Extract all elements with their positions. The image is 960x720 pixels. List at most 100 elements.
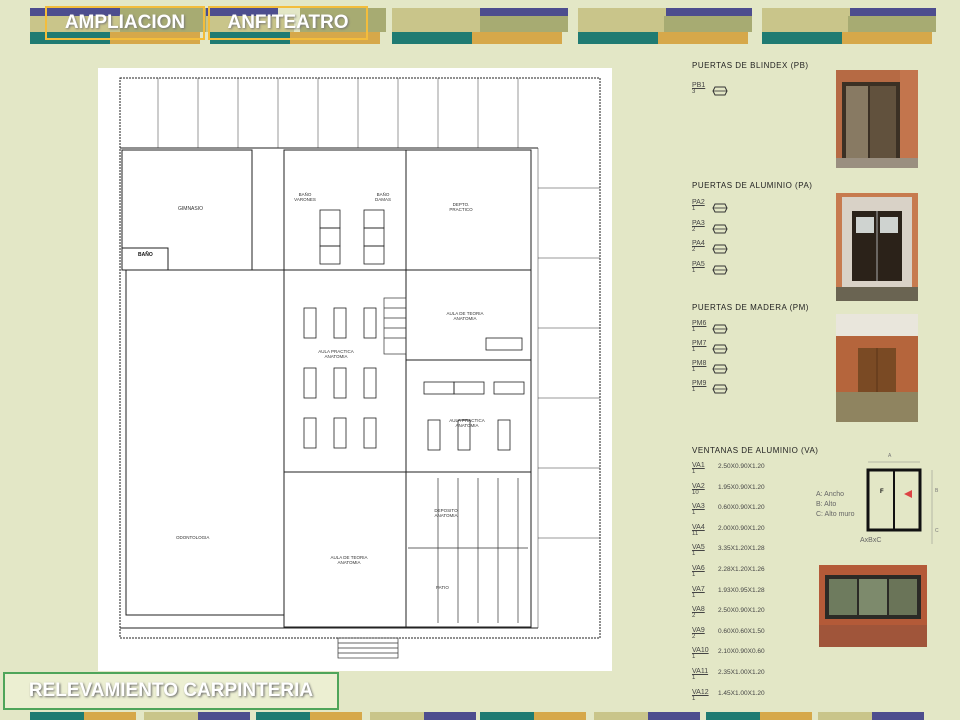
room-label-bano-damas: BAÑO DAMAS (374, 192, 391, 202)
footer-title: RELEVAMIENTO CARPINTERIA (28, 680, 314, 701)
room-label-aula-teoria-2: AULA DE TEORIA ANATOMIA (330, 555, 368, 565)
code-label: VA3 (692, 503, 705, 511)
code-quantity: 3 (692, 89, 696, 95)
code-quantity: 1 (692, 592, 696, 599)
code-label: VA7 (692, 585, 705, 593)
diagram-label-f: F (880, 489, 884, 495)
code-quantity: 2 (692, 613, 696, 620)
code-label: PA4 (692, 240, 705, 247)
code-pm6: PM6 1 (692, 320, 706, 333)
code-label: PM7 (692, 340, 707, 347)
code-label: VA6 (692, 565, 705, 572)
legend-alto-muro: C: Alto muro (816, 511, 855, 518)
section-title-pa: PUERTAS DE ALUMINIO (PA) (692, 181, 813, 190)
code-quantity: 1 (692, 268, 696, 274)
code-va6: VA6 1 (692, 565, 705, 578)
window-size-va3: 0.60X0.90X1.20 (718, 504, 765, 512)
code-va7: VA7 1 (692, 586, 705, 599)
code-quantity: 11 (692, 530, 699, 537)
code-va4: VA4 11 (692, 524, 705, 537)
photo-aluminium-door (836, 193, 918, 301)
code-quantity: 2 (692, 227, 696, 233)
code-quantity: 2 (692, 633, 696, 640)
room-label-depto: DEPTO. PRACTICO (449, 202, 473, 212)
header-title-ampliacion: AMPLIACION (45, 6, 205, 40)
code-pm8: PM8 1 (692, 360, 706, 373)
photo-blindex-door (836, 70, 918, 168)
window-size-va12: 1.45X1.00X1.20 (718, 689, 765, 697)
code-label: PM6 (692, 320, 707, 327)
header-title-anfiteatro: ANFITEATRO (208, 6, 368, 40)
code-quantity: 1 (692, 654, 696, 661)
code-label: VA4 (692, 523, 705, 531)
door-type-icon (712, 344, 728, 354)
code-quantity: 1 (692, 510, 696, 517)
room-label-gimnasio: GIMNASIO (178, 206, 204, 212)
section-title-va: VENTANAS DE ALUMINIO (VA) (692, 446, 819, 455)
room-label-bano: BAÑO (138, 252, 153, 258)
code-quantity: 1 (692, 347, 696, 353)
code-pa2: PA2 1 (692, 199, 705, 212)
window-size-va6: 2.28X1.20X1.26 (718, 566, 765, 573)
footer-title-box: RELEVAMIENTO CARPINTERIA (3, 672, 339, 710)
code-va1: VA1 1 (692, 462, 705, 475)
code-va9: VA9 2 (692, 627, 705, 640)
legend-alto: B: Alto (816, 501, 837, 508)
door-type-icon (712, 265, 728, 275)
code-label: VA9 (692, 626, 705, 634)
room-label-deposito: DEPOSITO ANATOMIA (434, 508, 458, 518)
room-label-aula-teoria-1: AULA DE TEORIA ANATOMIA (446, 311, 484, 321)
room-label-patio: PATIO (436, 585, 449, 590)
code-pa4: PA4 2 (692, 240, 705, 253)
door-type-icon (712, 203, 728, 213)
window-size-va11: 2.35X1.00X1.20 (718, 669, 765, 676)
diagram-label-a: A (888, 453, 892, 459)
code-label: PB1 (692, 82, 706, 89)
room-label-odontologia: ODONTOLOGIA (176, 535, 210, 540)
footer-stripes (30, 712, 924, 720)
code-quantity: 1 (692, 387, 696, 393)
code-label: VA10 (692, 647, 709, 655)
window-size-va10: 2.10X0.90X0.60 (718, 648, 765, 656)
window-size-va2: 1.95X0.90X1.20 (718, 483, 765, 491)
window-size-va9: 0.60X0.60X1.50 (718, 627, 765, 635)
code-label: PA2 (692, 199, 705, 206)
photo-aluminium-window (819, 565, 927, 647)
code-label: VA5 (692, 544, 705, 552)
code-quantity: 1 (692, 695, 696, 702)
code-va10: VA10 1 (692, 647, 709, 660)
window-size-va8: 2.50X0.90X1.20 (718, 607, 765, 615)
code-label: PA3 (692, 220, 705, 227)
code-quantity: 2 (692, 247, 696, 253)
code-label: PA5 (692, 261, 705, 268)
code-quantity: 1 (692, 551, 696, 558)
code-label: VA1 (692, 462, 705, 469)
code-va12: VA12 1 (692, 689, 709, 702)
floor-plan-drawing (119, 77, 601, 659)
code-pb1: PB1 3 (692, 82, 705, 95)
legend-formula: AxBxC (860, 537, 882, 544)
code-quantity: 1 (692, 469, 696, 475)
door-type-icon (712, 384, 728, 394)
photo-wooden-door (836, 314, 918, 422)
window-size-va7: 1.93X0.95X1.28 (718, 586, 765, 594)
window-size-va1: 2.50X0.90X1.20 (718, 463, 765, 470)
window-size-va5: 3.35X1.20X1.28 (718, 545, 765, 553)
code-va5: VA5 1 (692, 544, 705, 557)
code-va3: VA3 1 (692, 503, 705, 516)
door-type-icon (712, 324, 728, 334)
section-title-pm: PUERTAS DE MADERA (PM) (692, 303, 809, 312)
code-va11: VA11 1 (692, 668, 708, 681)
diagram-label-b: B (935, 488, 939, 494)
code-quantity: 1 (692, 572, 696, 578)
code-pa5: PA5 1 (692, 261, 705, 274)
code-pa3: PA3 2 (692, 220, 705, 233)
code-quantity: 1 (692, 675, 696, 681)
floor-plan: GIMNASIO BAÑO BAÑO VARONES BAÑO DAMAS DE… (98, 68, 612, 671)
code-label: VA11 (692, 668, 709, 675)
door-type-icon (712, 224, 728, 234)
code-label: PM9 (692, 380, 707, 387)
code-va2: VA2 10 (692, 483, 705, 496)
code-label: PM8 (692, 360, 707, 367)
code-quantity: 1 (692, 367, 696, 373)
